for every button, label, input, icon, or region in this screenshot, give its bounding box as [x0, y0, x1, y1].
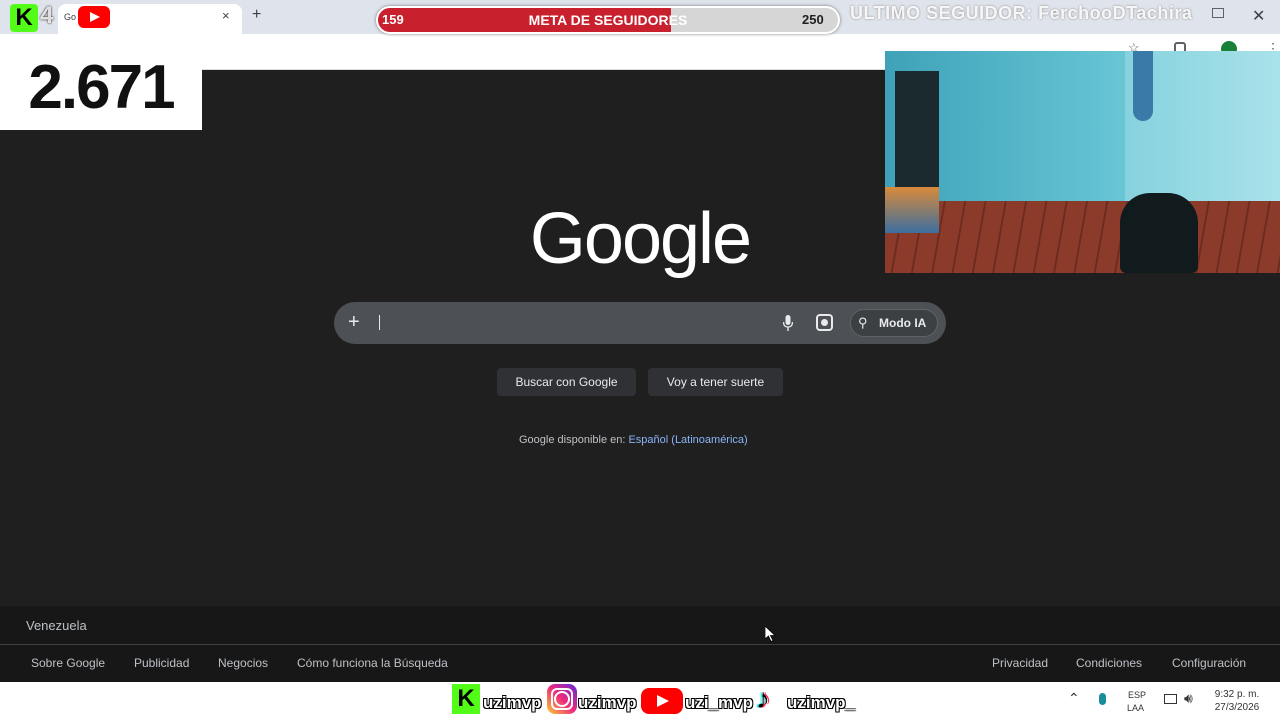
window-close-icon[interactable]: ✕: [1252, 6, 1265, 26]
last-follower-label: ULTIMO SEGUIDOR: FerchooDTachira: [850, 3, 1193, 23]
kick-follower-count: 4: [40, 2, 54, 29]
viewer-count: 2.671: [28, 53, 175, 122]
goal-target-value: 250: [802, 12, 824, 27]
microphone-icon[interactable]: [783, 315, 793, 331]
kick-icon: K: [452, 684, 480, 714]
google-search-button[interactable]: Buscar con Google: [497, 368, 636, 396]
youtube-icon: [641, 688, 683, 714]
new-tab-button[interactable]: +: [252, 6, 261, 24]
footer-link-settings[interactable]: Configuración: [1172, 656, 1246, 670]
tray-microphone-icon[interactable]: [1099, 693, 1106, 705]
kick-handle: uzimvp: [483, 693, 542, 712]
language-link[interactable]: Español (Latinoamérica): [628, 434, 747, 446]
footer-link-business[interactable]: Negocios: [218, 656, 268, 670]
tray-clock-time[interactable]: 9:32 p. m.: [1208, 689, 1266, 700]
kick-logo-icon: K: [10, 4, 38, 32]
mouse-cursor-icon: [765, 626, 776, 642]
footer-link-how-search-works[interactable]: Cómo funciona la Búsqueda: [297, 656, 448, 670]
camera-search-icon[interactable]: [816, 314, 833, 331]
footer-link-about[interactable]: Sobre Google: [31, 656, 105, 670]
feeling-lucky-button[interactable]: Voy a tener suerte: [648, 368, 783, 396]
webcam-bed: [885, 187, 939, 233]
window-restore-icon[interactable]: [1212, 8, 1224, 18]
tray-clock-date[interactable]: 27/3/2026: [1208, 702, 1266, 713]
google-logo: Google: [529, 199, 752, 279]
footer-link-privacy[interactable]: Privacidad: [992, 656, 1048, 670]
tray-display-icon[interactable]: [1164, 694, 1177, 704]
text-caret: [379, 315, 380, 330]
tray-language-line2[interactable]: LAA: [1127, 703, 1144, 713]
tray-chevron-up-icon[interactable]: ⌃: [1068, 690, 1080, 707]
tiktok-icon: ♪: [756, 683, 770, 714]
footer-link-terms[interactable]: Condiciones: [1076, 656, 1142, 670]
tab-close-icon[interactable]: ×: [222, 8, 230, 23]
youtube-handle: uzi_mvp: [685, 693, 754, 712]
webcam-door: [895, 71, 939, 201]
plus-icon[interactable]: +: [348, 311, 360, 334]
webcam-floor: [885, 201, 1280, 273]
goal-title: META DE SEGUIDORES: [528, 12, 688, 28]
tray-language-line1[interactable]: ESP: [1128, 690, 1146, 700]
tray-speaker-icon[interactable]: 🔊︎: [1184, 690, 1193, 707]
youtube-subscriber-count: 1: [120, 2, 134, 29]
ai-search-icon: ⚲: [858, 315, 868, 330]
footer-link-advertising[interactable]: Publicidad: [134, 656, 189, 670]
footer-country-bar: [0, 606, 1280, 645]
webcam-hanging-cloth: [1133, 51, 1153, 121]
language-offer-text: Google disponible en:: [519, 434, 629, 446]
tiktok-handle: uzimvp_: [787, 693, 856, 712]
ai-mode-label[interactable]: Modo IA: [879, 316, 926, 330]
instagram-handle: uzimvp: [578, 693, 637, 712]
instagram-icon: [547, 684, 577, 714]
youtube-logo-icon: [78, 6, 110, 28]
taskbar: [0, 682, 1280, 720]
webcam-feed: [885, 51, 1280, 273]
webcam-chair: [1120, 193, 1198, 273]
footer-country: Venezuela: [26, 618, 87, 633]
language-offer: Google disponible en: Español (Latinoamé…: [519, 434, 748, 446]
tab-title[interactable]: Go: [64, 12, 76, 22]
